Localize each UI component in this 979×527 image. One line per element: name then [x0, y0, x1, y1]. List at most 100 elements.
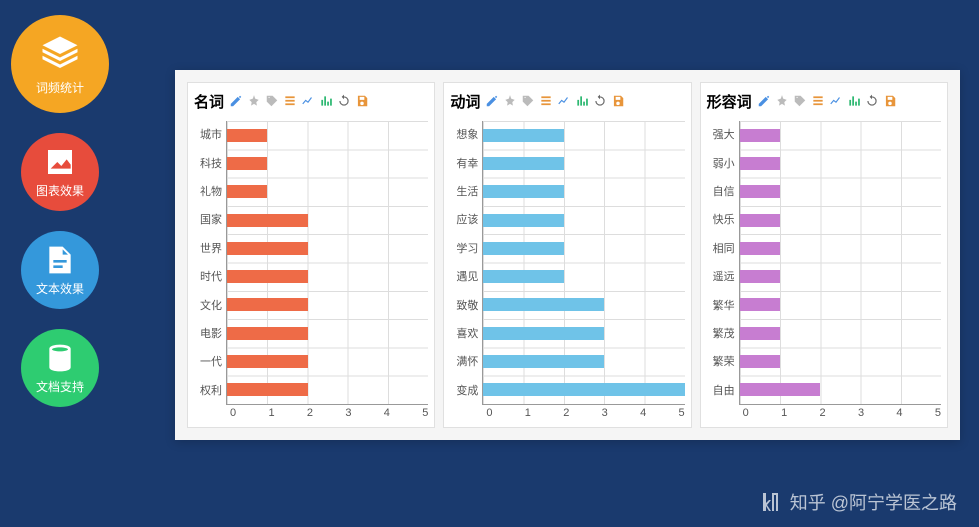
y-tick-label: 繁茂 [707, 326, 735, 342]
y-tick-label: 礼物 [194, 184, 222, 200]
bar [740, 214, 780, 227]
chart-title: 动词 [450, 91, 480, 112]
x-tick-label: 4 [640, 407, 646, 419]
bar [483, 157, 564, 170]
y-tick-label: 遇见 [450, 269, 478, 285]
bar-chart-icon[interactable] [318, 93, 334, 109]
y-tick-label: 应该 [450, 212, 478, 228]
note-icon [44, 244, 76, 276]
x-tick-label: 3 [602, 407, 608, 419]
bar [740, 270, 780, 283]
line-chart-icon[interactable] [828, 93, 844, 109]
chart-panel-0: 名词城市科技礼物国家世界时代文化电影一代权利012345 [187, 82, 435, 428]
y-tick-label: 繁荣 [707, 354, 735, 370]
nav-doc-support[interactable]: 文档支持 [21, 329, 99, 407]
bar [483, 129, 564, 142]
refresh-icon[interactable] [864, 93, 880, 109]
refresh-icon[interactable] [592, 93, 608, 109]
nav-label: 文本效果 [36, 280, 84, 297]
content-panel: 名词城市科技礼物国家世界时代文化电影一代权利012345动词想象有幸生活应该学习… [175, 70, 960, 440]
bar [483, 383, 684, 396]
list-icon[interactable] [538, 93, 554, 109]
y-tick-label: 喜欢 [450, 326, 478, 342]
y-tick-label: 弱小 [707, 156, 735, 172]
y-tick-label: 世界 [194, 241, 222, 257]
x-tick-label: 2 [307, 407, 313, 419]
x-tick-label: 1 [781, 407, 787, 419]
bar [483, 327, 604, 340]
bar [483, 270, 564, 283]
y-tick-label: 生活 [450, 184, 478, 200]
x-tick-label: 4 [896, 407, 902, 419]
plot-area [482, 121, 684, 405]
line-chart-icon[interactable] [300, 93, 316, 109]
tag-icon[interactable] [792, 93, 808, 109]
nav-text-effect[interactable]: 文本效果 [21, 231, 99, 309]
bar [227, 270, 308, 283]
bar [740, 242, 780, 255]
save-icon[interactable] [610, 93, 626, 109]
nav-label: 词频统计 [36, 79, 84, 96]
list-icon[interactable] [810, 93, 826, 109]
nav-chart-effect[interactable]: 图表效果 [21, 133, 99, 211]
edit-icon[interactable] [484, 93, 500, 109]
x-tick-label: 4 [384, 407, 390, 419]
list-icon[interactable] [282, 93, 298, 109]
y-tick-label: 相同 [707, 241, 735, 257]
chart-body: 想象有幸生活应该学习遇见致敬喜欢满怀变成 [450, 121, 684, 405]
save-icon[interactable] [882, 93, 898, 109]
bar [227, 129, 267, 142]
bar [227, 185, 267, 198]
plot-area [226, 121, 428, 405]
pin-icon[interactable] [774, 93, 790, 109]
pin-icon[interactable] [246, 93, 262, 109]
x-tick-label: 2 [820, 407, 826, 419]
plot-area [739, 121, 941, 405]
save-icon[interactable] [354, 93, 370, 109]
chart-body: 强大弱小自信快乐相同遥远繁华繁茂繁荣自由 [707, 121, 941, 405]
y-tick-label: 致敬 [450, 298, 478, 314]
y-tick-label: 满怀 [450, 354, 478, 370]
chart-header: 形容词 [707, 91, 941, 111]
watermark-text: 知乎 @阿宁学医之路 [790, 489, 957, 515]
pin-icon[interactable] [502, 93, 518, 109]
bars-container [740, 121, 941, 404]
edit-icon[interactable] [228, 93, 244, 109]
zhihu-icon [758, 490, 782, 514]
line-chart-icon[interactable] [556, 93, 572, 109]
bar [227, 242, 308, 255]
y-tick-label: 自由 [707, 383, 735, 399]
nav-label: 图表效果 [36, 182, 84, 199]
y-tick-label: 一代 [194, 354, 222, 370]
bar [740, 298, 780, 311]
image-icon [44, 146, 76, 178]
y-tick-label: 变成 [450, 383, 478, 399]
x-tick-label: 5 [935, 407, 941, 419]
sidebar: 词频统计 图表效果 文本效果 文档支持 [0, 10, 120, 407]
y-tick-label: 国家 [194, 212, 222, 228]
book-icon [44, 342, 76, 374]
chart-title: 名词 [194, 91, 224, 112]
nav-label: 文档支持 [36, 378, 84, 395]
bar [483, 242, 564, 255]
nav-word-frequency[interactable]: 词频统计 [11, 15, 109, 113]
x-tick-label: 3 [345, 407, 351, 419]
tag-icon[interactable] [520, 93, 536, 109]
bar [227, 383, 308, 396]
refresh-icon[interactable] [336, 93, 352, 109]
y-tick-label: 繁华 [707, 298, 735, 314]
tag-icon[interactable] [264, 93, 280, 109]
bar [740, 129, 780, 142]
bars-container [227, 121, 428, 404]
watermark: 知乎 @阿宁学医之路 [758, 489, 957, 515]
edit-icon[interactable] [756, 93, 772, 109]
bar-chart-icon[interactable] [574, 93, 590, 109]
y-tick-label: 想象 [450, 127, 478, 143]
x-tick-label: 0 [743, 407, 749, 419]
y-tick-label: 城市 [194, 127, 222, 143]
bar [740, 185, 780, 198]
chart-title: 形容词 [707, 91, 752, 112]
bar [227, 355, 308, 368]
x-tick-label: 3 [858, 407, 864, 419]
bar-chart-icon[interactable] [846, 93, 862, 109]
